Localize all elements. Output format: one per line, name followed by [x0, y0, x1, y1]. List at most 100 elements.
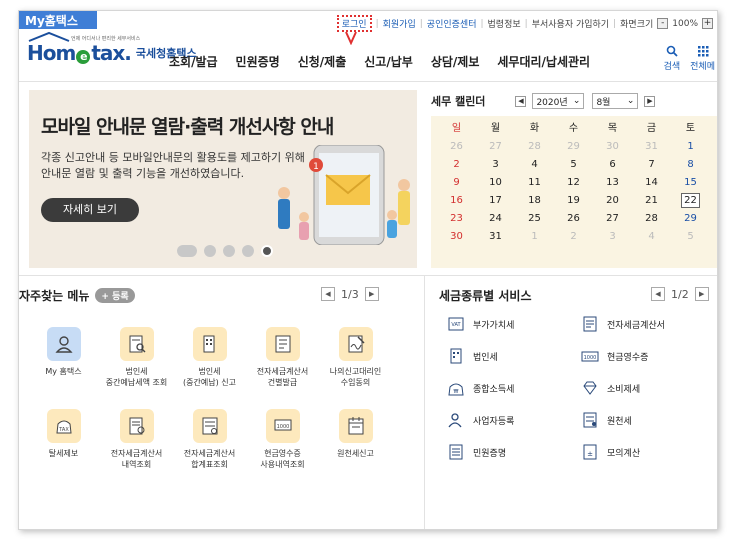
- calendar-day[interactable]: 13: [593, 174, 632, 192]
- zoom-in-button[interactable]: +: [702, 18, 713, 29]
- favorite-menu-item[interactable]: 법인세 (중간예납) 신고: [173, 327, 246, 409]
- calendar-day[interactable]: 2: [437, 156, 476, 174]
- calendar-day-number: 31: [489, 231, 502, 242]
- favorite-menu-label: 전자세금계산서 건별발급: [256, 367, 309, 387]
- calendar-day[interactable]: 30: [437, 228, 476, 246]
- calendar-day[interactable]: 27: [593, 210, 632, 228]
- calendar-day[interactable]: 2: [554, 228, 593, 246]
- calendar-day[interactable]: 31: [632, 138, 671, 156]
- calendar-day[interactable]: 17: [476, 192, 515, 210]
- carousel-dot[interactable]: [204, 245, 216, 257]
- calendar-day[interactable]: 27: [476, 138, 515, 156]
- prev-page-button[interactable]: ◀: [651, 287, 665, 301]
- calendar-day[interactable]: 3: [593, 228, 632, 246]
- calendar-day[interactable]: 1: [671, 138, 710, 156]
- nav-report-pay[interactable]: 신고/납부: [364, 53, 413, 70]
- favorite-menu-item[interactable]: 1000 현금영수증 사용내역조회: [246, 409, 319, 491]
- calendar-day[interactable]: 14: [632, 174, 671, 192]
- zoom-out-button[interactable]: -: [657, 18, 669, 29]
- tax-service-item[interactable]: VAT 부가가치세: [447, 315, 581, 333]
- tax-service-item[interactable]: 민원증명: [447, 443, 581, 461]
- cert-center-link[interactable]: 공인인증센터: [427, 17, 477, 30]
- calendar-day[interactable]: 3: [476, 156, 515, 174]
- calendar-day[interactable]: 5: [554, 156, 593, 174]
- calendar-day[interactable]: 29: [554, 138, 593, 156]
- favorite-menu-item[interactable]: 전자세금계산서 내역조회: [100, 409, 173, 491]
- calendar-day[interactable]: 29: [671, 210, 710, 228]
- calendar-day[interactable]: 9: [437, 174, 476, 192]
- calendar-day[interactable]: 21: [632, 192, 671, 210]
- tax-type-services: 세금종류별 서비스 ◀ 1/2 ▶ VAT 부가가치세 전자세금계산서 법인세 1000…: [439, 287, 717, 460]
- calendar-day[interactable]: 19: [554, 192, 593, 210]
- tax-service-item[interactable]: ± 모의계산: [581, 443, 715, 461]
- dept-user-signup-link[interactable]: 부서사용자 가입하기: [532, 17, 609, 30]
- tax-service-item[interactable]: 1000 현금영수증: [581, 347, 715, 365]
- calendar-day[interactable]: 30: [593, 138, 632, 156]
- favorite-menu-item[interactable]: TAX 탈세제보: [27, 409, 100, 491]
- next-page-button[interactable]: ▶: [364, 287, 379, 301]
- tax-service-item[interactable]: 소비제세: [581, 379, 715, 397]
- calendar-day[interactable]: 1: [515, 228, 554, 246]
- carousel-dot-active[interactable]: [261, 245, 273, 257]
- favorite-menu-item[interactable]: 원천세신고: [319, 409, 392, 491]
- calendar-day[interactable]: 26: [437, 138, 476, 156]
- prev-year-button[interactable]: ◀: [515, 95, 527, 107]
- calendar-day[interactable]: 5: [671, 228, 710, 246]
- all-menu-button[interactable]: 전체메: [690, 45, 715, 72]
- details-button[interactable]: 자세히 보기: [41, 198, 139, 222]
- carousel-dot[interactable]: [242, 245, 254, 257]
- calendar-day[interactable]: 22: [671, 192, 710, 210]
- calendar-day[interactable]: 4: [632, 228, 671, 246]
- calendar-day[interactable]: 15: [671, 174, 710, 192]
- carousel-dot[interactable]: [223, 245, 235, 257]
- calendar-day[interactable]: 26: [554, 210, 593, 228]
- prev-page-button[interactable]: ◀: [321, 287, 335, 301]
- calendar-day[interactable]: 28: [515, 138, 554, 156]
- calendar-day[interactable]: 12: [554, 174, 593, 192]
- calendar-day[interactable]: 25: [515, 210, 554, 228]
- next-page-button[interactable]: ▶: [694, 287, 709, 301]
- nav-tax-agent[interactable]: 세무대리/납세관리: [497, 53, 590, 70]
- year-select[interactable]: 2020년 ⌄: [532, 93, 585, 109]
- favorite-menu-item[interactable]: 법인세 중간예납세액 조회: [100, 327, 173, 409]
- tax-service-item[interactable]: 사업자등록: [447, 411, 581, 429]
- calendar-day[interactable]: 31: [476, 228, 515, 246]
- calendar-day[interactable]: 23: [437, 210, 476, 228]
- favorite-menu-item[interactable]: 전자세금계산서 합계표조회: [173, 409, 246, 491]
- calendar-day[interactable]: 8: [671, 156, 710, 174]
- law-info-link[interactable]: 법령정보: [488, 17, 521, 30]
- calendar-day[interactable]: 6: [593, 156, 632, 174]
- next-month-button[interactable]: ▶: [644, 95, 656, 107]
- calendar-day[interactable]: 7: [632, 156, 671, 174]
- search-button[interactable]: 검색: [664, 45, 680, 72]
- nav-civil-certificate[interactable]: 민원증명: [236, 53, 280, 70]
- add-favorite-button[interactable]: + 등록: [95, 288, 135, 303]
- my-hometax-tab[interactable]: My홈택스: [19, 11, 97, 29]
- month-select[interactable]: 8월 ⌄: [592, 93, 639, 109]
- carousel-dot[interactable]: [177, 245, 197, 257]
- invoice-icon: [265, 327, 300, 361]
- nav-consult-report[interactable]: 상담/제보: [431, 53, 480, 70]
- tax-service-label: 모의계산: [607, 448, 641, 459]
- calendar-day[interactable]: 16: [437, 192, 476, 210]
- nav-inquiry-issue[interactable]: 조회/발급: [169, 53, 218, 70]
- nav-apply-submit[interactable]: 신청/제출: [298, 53, 347, 70]
- promo-banner[interactable]: 모바일 안내문 열람·출력 개선사항 안내 각종 신고안내 등 모바일안내문의 …: [29, 90, 417, 268]
- calendar-day[interactable]: 10: [476, 174, 515, 192]
- calendar-day-number: 26: [567, 213, 580, 224]
- calendar-day[interactable]: 24: [476, 210, 515, 228]
- calendar-day[interactable]: 18: [515, 192, 554, 210]
- favorite-menu-item[interactable]: 전자세금계산서 건별발급: [246, 327, 319, 409]
- calendar-day[interactable]: 28: [632, 210, 671, 228]
- tax-service-item[interactable]: 원천세: [581, 411, 715, 429]
- favorite-menu-item[interactable]: 나의신고대리인 수임동의: [319, 327, 392, 409]
- calendar-day[interactable]: 20: [593, 192, 632, 210]
- tax-service-item[interactable]: 법인세: [447, 347, 581, 365]
- login-link[interactable]: 로그인: [336, 15, 372, 32]
- tax-service-item[interactable]: 전자세금계산서: [581, 315, 715, 333]
- tax-service-item[interactable]: ₩ 종합소득세: [447, 379, 581, 397]
- favorite-menu-item[interactable]: My 홈택스: [27, 327, 100, 409]
- calendar-day[interactable]: 4: [515, 156, 554, 174]
- signup-link[interactable]: 회원가입: [383, 17, 416, 30]
- calendar-day[interactable]: 11: [515, 174, 554, 192]
